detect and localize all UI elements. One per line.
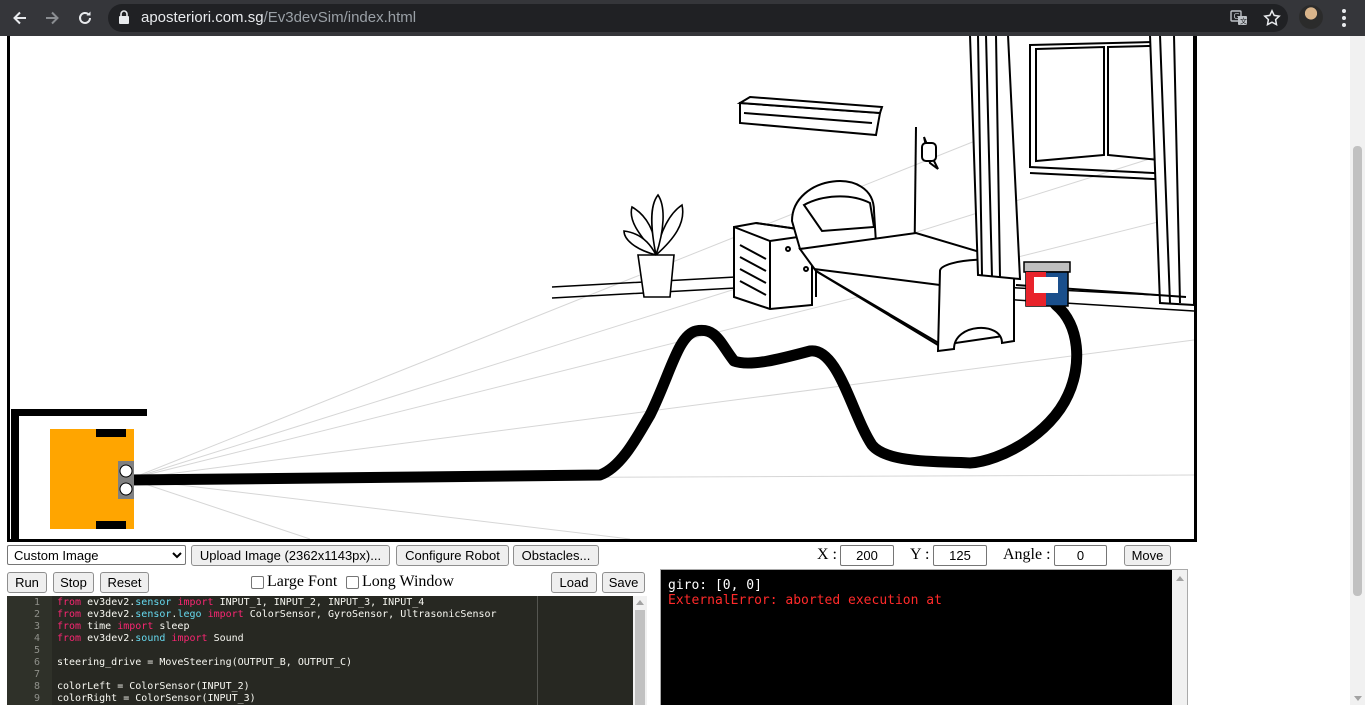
code-line: colorRight = ColorSensor(INPUT_3) bbox=[57, 693, 256, 704]
code-line: steering_drive = MoveSteering(OUTPUT_B, … bbox=[57, 657, 353, 668]
save-button[interactable]: Save bbox=[602, 572, 645, 593]
lock-icon bbox=[119, 10, 129, 24]
print-margin bbox=[537, 596, 538, 705]
image-select[interactable]: Custom Image bbox=[7, 545, 186, 565]
translate-icon[interactable]: G文 bbox=[1230, 9, 1248, 27]
line-number: 2 bbox=[33, 609, 40, 620]
editor-scrollbar[interactable] bbox=[633, 596, 647, 705]
x-label: X : bbox=[817, 546, 837, 563]
page-scrollbar[interactable] bbox=[1350, 36, 1365, 705]
editor-scrollbar-thumb[interactable] bbox=[635, 610, 645, 705]
simulator-canvas[interactable] bbox=[7, 36, 1197, 542]
large-font-checkbox-box[interactable] bbox=[251, 575, 264, 589]
window-curtain-drawing bbox=[969, 36, 1194, 307]
line-number: 4 bbox=[33, 633, 40, 644]
code-line: from ev3dev2.sound import Sound bbox=[57, 633, 244, 644]
line-number: 9 bbox=[33, 693, 40, 704]
page-content: Custom Image Upload Image (2362x1143px).… bbox=[0, 36, 1365, 705]
long-window-checkbox-box[interactable] bbox=[346, 575, 359, 589]
air-conditioner-drawing bbox=[736, 95, 884, 137]
large-font-checkbox[interactable]: Large Font bbox=[251, 573, 337, 591]
line-number: 3 bbox=[33, 621, 40, 632]
configure-robot-button[interactable]: Configure Robot bbox=[396, 545, 509, 566]
code-line: from ev3dev2.sensor import INPUT_1, INPU… bbox=[57, 597, 425, 608]
scroll-up-arrow-icon[interactable] bbox=[636, 600, 644, 605]
reset-button[interactable]: Reset bbox=[100, 572, 149, 593]
angle-label: Angle : bbox=[1003, 546, 1051, 563]
y-label: Y : bbox=[910, 546, 930, 563]
robot-color-sensor-right bbox=[119, 482, 133, 496]
url-text: aposteriori.com.sg/Ev3devSim/index.html bbox=[141, 9, 417, 26]
console-output: giro: [0, 0] ExternalError: aborted exec… bbox=[660, 569, 1188, 705]
kebab-menu-icon[interactable] bbox=[1334, 6, 1354, 30]
obstacles-button[interactable]: Obstacles... bbox=[513, 545, 599, 566]
line-number: 6 bbox=[33, 657, 40, 668]
console-output-line: giro: [0, 0] bbox=[668, 578, 762, 593]
line-number: 5 bbox=[33, 645, 40, 656]
console-error-line: ExternalError: aborted execution at bbox=[668, 593, 942, 608]
scroll-up-arrow-icon[interactable] bbox=[1176, 576, 1184, 581]
stop-button[interactable]: Stop bbox=[53, 572, 94, 593]
line-number: 7 bbox=[33, 669, 40, 680]
console-scrollbar[interactable] bbox=[1172, 570, 1187, 705]
robot-wheel-top bbox=[96, 429, 126, 437]
long-window-checkbox[interactable]: Long Window bbox=[346, 573, 454, 591]
code-line: from ev3dev2.sensor.lego import ColorSen… bbox=[57, 609, 497, 620]
page-scrollbar-thumb[interactable] bbox=[1353, 146, 1362, 596]
browser-toolbar: aposteriori.com.sg/Ev3devSim/index.html … bbox=[0, 0, 1365, 36]
long-window-label: Long Window bbox=[362, 573, 454, 590]
forward-button[interactable] bbox=[38, 4, 66, 32]
back-arrow-icon bbox=[13, 11, 26, 25]
code-line: from time import sleep bbox=[57, 621, 190, 632]
move-button[interactable]: Move bbox=[1124, 545, 1171, 566]
y-input[interactable] bbox=[933, 545, 987, 566]
reload-button[interactable] bbox=[71, 4, 99, 32]
code-line: colorLeft = ColorSensor(INPUT_2) bbox=[57, 681, 250, 692]
forward-arrow-icon bbox=[46, 11, 59, 25]
angle-input[interactable] bbox=[1054, 545, 1107, 566]
code-editor[interactable]: 1 2 3 4 5 6 7 8 9 from ev3dev2.sensor im… bbox=[7, 596, 647, 705]
load-button[interactable]: Load bbox=[551, 572, 597, 593]
back-button[interactable] bbox=[6, 4, 34, 32]
svg-text:文: 文 bbox=[1240, 17, 1247, 26]
target-box bbox=[1023, 261, 1071, 307]
plant-drawing bbox=[623, 193, 684, 298]
line-number: 1 bbox=[33, 597, 40, 608]
robot-wheel-bottom bbox=[96, 521, 126, 529]
scroll-down-arrow-icon[interactable] bbox=[1354, 696, 1362, 701]
address-bar[interactable]: aposteriori.com.sg/Ev3devSim/index.html … bbox=[108, 4, 1288, 32]
large-font-label: Large Font bbox=[267, 573, 338, 590]
run-button[interactable]: Run bbox=[7, 572, 47, 593]
line-number: 8 bbox=[33, 681, 40, 692]
x-input[interactable] bbox=[840, 545, 894, 566]
star-icon[interactable] bbox=[1263, 9, 1281, 27]
upload-image-button[interactable]: Upload Image (2362x1143px)... bbox=[191, 545, 390, 566]
profile-avatar[interactable] bbox=[1299, 5, 1323, 29]
robot-color-sensor-left bbox=[119, 464, 133, 478]
arena-drawing bbox=[11, 36, 1194, 539]
editor-gutter: 1 2 3 4 5 6 7 8 9 bbox=[7, 596, 52, 705]
reload-icon bbox=[79, 11, 91, 24]
robot[interactable] bbox=[50, 429, 134, 529]
